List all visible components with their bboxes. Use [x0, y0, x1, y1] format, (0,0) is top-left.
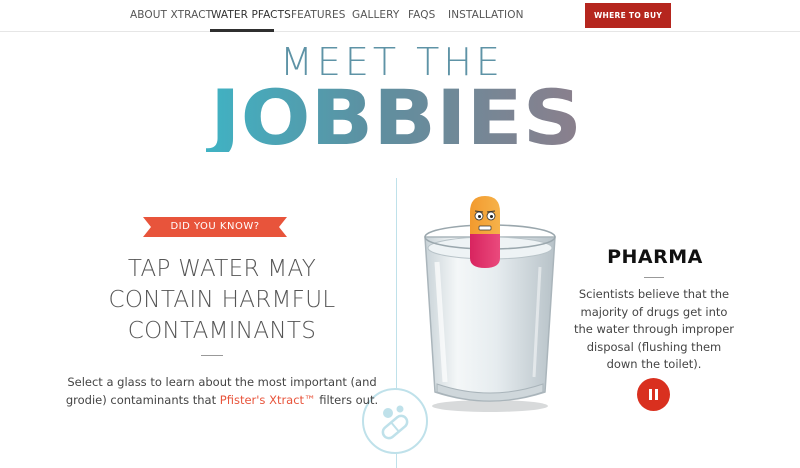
- pause-button[interactable]: [637, 378, 670, 411]
- intro-text: Select a glass to learn about the most i…: [62, 373, 382, 409]
- pause-icon: [649, 389, 652, 400]
- nav-item-about-xtract[interactable]: ABOUT XTRACT: [130, 9, 212, 21]
- did-you-know-badge: DID YOU KNOW?: [143, 217, 287, 237]
- pill-character-icon: [470, 196, 500, 268]
- headline: TAP WATER MAY CONTAIN HARMFUL CONTAMINAN…: [60, 254, 384, 347]
- pfister-xtract-link[interactable]: Pfister's Xtract™: [220, 393, 316, 407]
- top-nav: ABOUT XTRACT WATER PFACTS FEATURES GALLE…: [0, 0, 800, 32]
- hero-title-text: JOBBIES: [206, 78, 582, 152]
- right-divider: [644, 277, 664, 278]
- pause-icon: [655, 389, 658, 400]
- headline-line: TAP WATER MAY: [127, 256, 317, 282]
- hero-title-graphic: JOBBIES: [205, 73, 582, 162]
- hero-title: JOBBIES: [205, 73, 586, 162]
- nav-item-water-pfacts[interactable]: WATER PFACTS: [211, 9, 291, 21]
- nav-item-faqs[interactable]: FAQS: [408, 9, 435, 21]
- nav-item-installation[interactable]: INSTALLATION: [448, 9, 524, 21]
- nav-item-features[interactable]: FEATURES: [291, 9, 346, 21]
- active-nav-indicator: [210, 29, 274, 32]
- badge-label: DID YOU KNOW?: [170, 221, 260, 232]
- intro-text-end: filters out.: [315, 393, 379, 407]
- nav-item-gallery[interactable]: GALLERY: [352, 9, 399, 21]
- pharma-glass[interactable]: [415, 192, 565, 417]
- left-divider: [201, 355, 223, 356]
- contaminant-description: Scientists believe that the majority of …: [573, 287, 735, 371]
- contaminant-title: PHARMA: [607, 246, 703, 268]
- headline-line: CONTAMINANTS: [127, 318, 317, 344]
- where-to-buy-button[interactable]: WHERE TO BUY: [585, 3, 671, 28]
- headline-line: CONTAIN HARMFUL: [108, 287, 336, 313]
